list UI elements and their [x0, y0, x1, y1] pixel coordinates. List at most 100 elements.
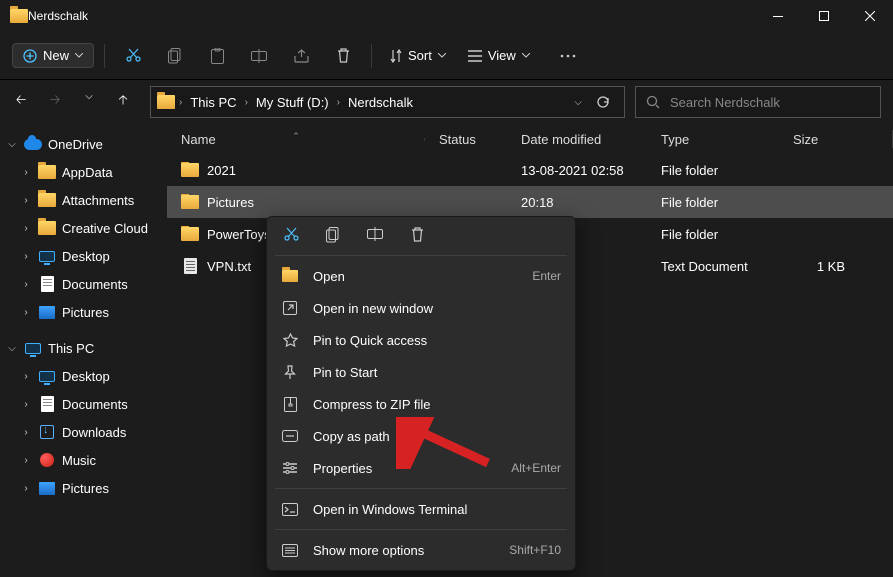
column-date[interactable]: Date modified — [507, 132, 647, 147]
breadcrumb-item[interactable]: This PC — [186, 93, 240, 112]
tree-item[interactable]: ›Documents — [0, 270, 167, 298]
cut-button[interactable] — [115, 38, 151, 74]
folder-icon — [181, 226, 199, 242]
maximize-button[interactable] — [801, 0, 847, 32]
tree-item[interactable]: ›Desktop — [0, 362, 167, 390]
chevron-down-icon — [522, 53, 530, 58]
file-date: 13-08-2021 02:58 — [507, 163, 647, 178]
paste-button[interactable] — [199, 38, 235, 74]
folder-icon — [38, 220, 56, 236]
column-type[interactable]: Type — [647, 132, 779, 147]
context-item[interactable]: Copy as path — [267, 420, 575, 452]
delete-button[interactable] — [407, 227, 427, 243]
context-item-terminal[interactable]: Open in Windows Terminal — [267, 493, 575, 525]
close-button[interactable] — [847, 0, 893, 32]
path-icon — [281, 430, 299, 442]
tree-item[interactable]: ›Downloads — [0, 418, 167, 446]
column-name[interactable]: ⌃Name — [167, 132, 425, 147]
chevron-right-icon: › — [20, 251, 32, 262]
chevron-right-icon: › — [20, 427, 32, 438]
tree-item[interactable]: › Desktop — [0, 242, 167, 270]
pic-icon — [38, 304, 56, 320]
context-item-label: Compress to ZIP file — [313, 397, 431, 412]
copy-button[interactable] — [157, 38, 193, 74]
context-item[interactable]: Compress to ZIP file — [267, 388, 575, 420]
file-type: File folder — [647, 195, 779, 210]
context-item-more[interactable]: Show more options Shift+F10 — [267, 534, 575, 566]
search-input[interactable]: Search Nerdschalk — [635, 86, 881, 118]
pic-icon — [38, 480, 56, 496]
folder-icon — [181, 162, 199, 178]
file-row[interactable]: Pictures 20:18 File folder — [167, 186, 893, 218]
tree-item[interactable]: ›Pictures — [0, 474, 167, 502]
tree-label: Music — [62, 453, 96, 468]
new-button[interactable]: New — [12, 43, 94, 68]
context-item[interactable]: Open in new window — [267, 292, 575, 324]
toolbar: New Sort View — [0, 32, 893, 80]
tree-item[interactable]: ›AppData — [0, 158, 167, 186]
tree-item[interactable]: ›Creative Cloud — [0, 214, 167, 242]
address-dropdown[interactable]: ⌵ — [574, 97, 582, 108]
tree-item[interactable]: ›Documents — [0, 390, 167, 418]
tree-group[interactable]: ⌵OneDrive — [0, 130, 167, 158]
up-button[interactable]: 🡡 — [114, 91, 132, 113]
more-button[interactable] — [550, 38, 586, 74]
breadcrumb-item[interactable]: My Stuff (D:) — [252, 93, 333, 112]
more-options-icon — [281, 544, 299, 557]
folder-icon — [38, 192, 56, 208]
refresh-icon[interactable] — [596, 95, 610, 109]
view-button[interactable]: View — [460, 48, 538, 63]
tree-group[interactable]: ⌵This PC — [0, 334, 167, 362]
chevron-down-icon — [75, 53, 83, 58]
context-item[interactable]: Pin to Start — [267, 356, 575, 388]
cloud-icon — [24, 136, 42, 152]
list-icon — [468, 50, 482, 62]
file-type: File folder — [647, 163, 779, 178]
title-folder-icon — [10, 8, 28, 24]
doc-icon — [38, 276, 56, 292]
column-size[interactable]: Size — [779, 132, 859, 147]
folder-icon — [281, 270, 299, 282]
delete-button[interactable] — [325, 38, 361, 74]
file-row[interactable]: 2021 13-08-2021 02:58 File folder — [167, 154, 893, 186]
plus-circle-icon — [23, 49, 37, 63]
context-menu: OpenEnterOpen in new windowPin to Quick … — [266, 216, 576, 571]
pin-icon — [281, 365, 299, 380]
cut-button[interactable] — [281, 227, 301, 243]
file-size: 1 KB — [779, 259, 859, 274]
breadcrumb-item[interactable]: Nerdschalk — [344, 93, 417, 112]
scissors-icon — [126, 48, 141, 64]
breadcrumb-folder-icon — [157, 94, 175, 110]
sort-button[interactable]: Sort — [382, 48, 454, 63]
props-icon — [281, 462, 299, 474]
context-item[interactable]: OpenEnter — [267, 260, 575, 292]
rename-button[interactable] — [365, 227, 385, 243]
sidebar: ⌵OneDrive›AppData›Attachments›Creative C… — [0, 124, 167, 577]
tree-label: Desktop — [62, 249, 110, 264]
rename-button[interactable] — [241, 38, 277, 74]
search-placeholder: Search Nerdschalk — [670, 95, 780, 110]
address-bar[interactable]: › This PC › My Stuff (D:) › Nerdschalk ⌵ — [150, 86, 625, 118]
back-button[interactable]: 🡠 — [12, 91, 30, 113]
column-status[interactable]: Status — [425, 132, 507, 147]
tree-label: AppData — [62, 165, 113, 180]
context-item-shortcut: Shift+F10 — [509, 543, 561, 557]
tree-label: Attachments — [62, 193, 134, 208]
monitor-icon — [24, 340, 42, 356]
copy-button[interactable] — [323, 227, 343, 243]
tree-item[interactable]: ›Pictures — [0, 298, 167, 326]
tree-item[interactable]: ›Music — [0, 446, 167, 474]
chevron-right-icon: › — [20, 195, 32, 206]
share-button[interactable] — [283, 38, 319, 74]
tree-item[interactable]: › Attachments — [0, 186, 167, 214]
minimize-button[interactable] — [755, 0, 801, 32]
forward-button[interactable]: 🡢 — [46, 91, 64, 113]
context-item-label: Show more options — [313, 543, 424, 558]
pin-star-icon — [281, 333, 299, 348]
chevron-right-icon: › — [20, 483, 32, 494]
recent-button[interactable]: ⌵ — [80, 91, 98, 113]
tree-label: Creative Cloud — [62, 221, 148, 236]
context-item[interactable]: Pin to Quick access — [267, 324, 575, 356]
file-name: 2021 — [207, 163, 236, 178]
context-item[interactable]: PropertiesAlt+Enter — [267, 452, 575, 484]
